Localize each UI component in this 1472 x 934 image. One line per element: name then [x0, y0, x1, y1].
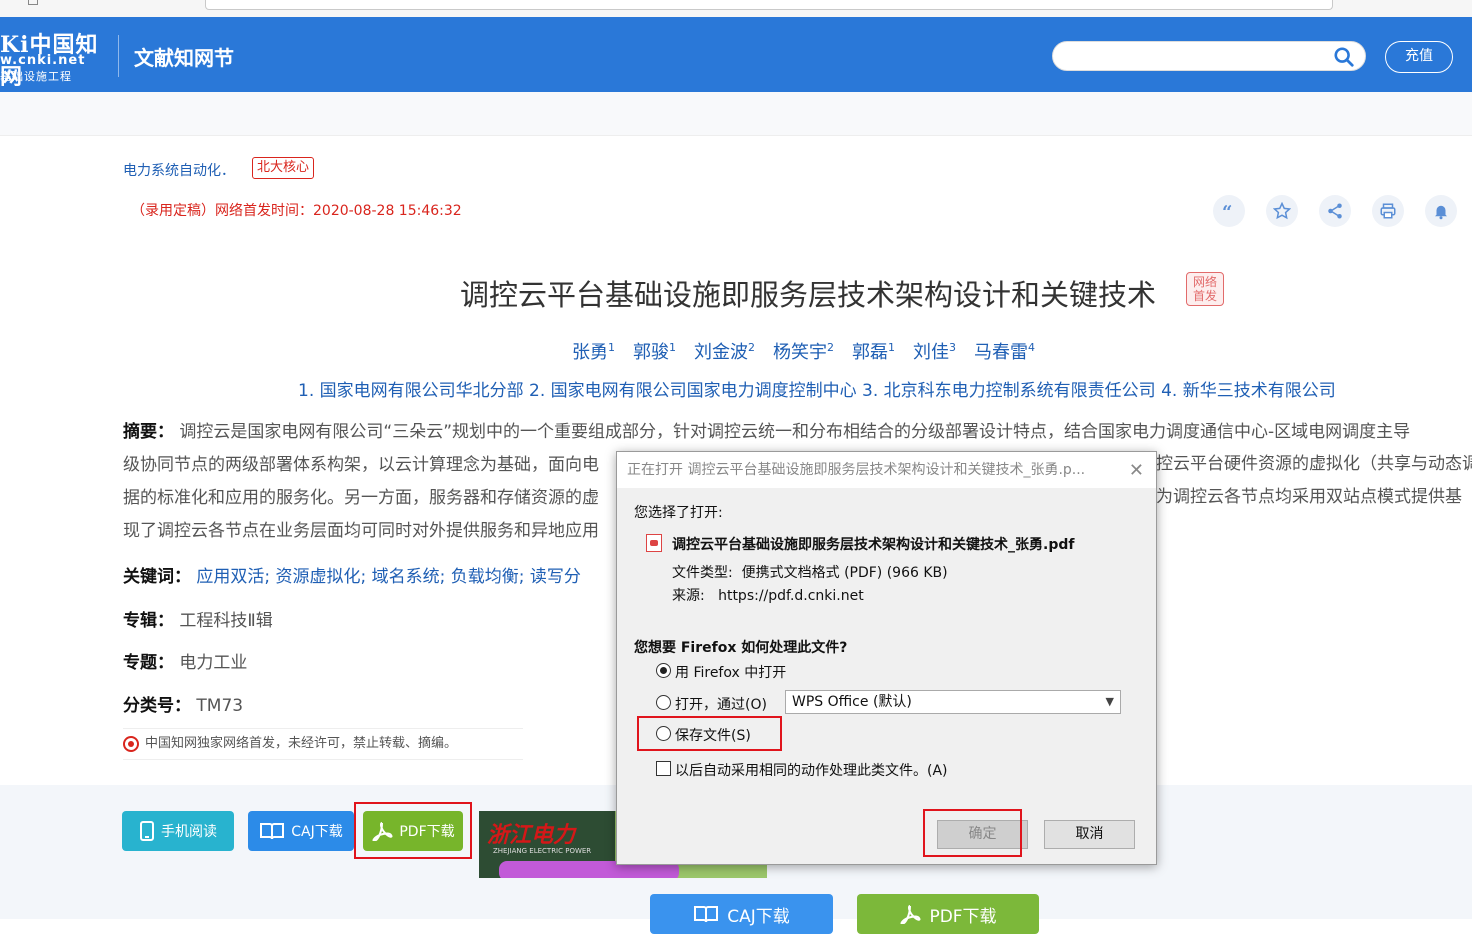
open-with-value: WPS Office (默认) [792, 694, 912, 710]
book-icon [260, 823, 285, 840]
target-icon [123, 736, 139, 752]
core-journal-badge: 北大核心 [252, 157, 315, 179]
author-list: 张勇1 郭骏1 刘金波2 杨笑宇2 郭磊1 刘佳3 马春雷4 [572, 338, 1035, 364]
handling-question: 您想要 Firefox 如何处理此文件? [634, 640, 848, 656]
class-value: TM73 [196, 696, 244, 716]
topic-label: 专题： [123, 653, 174, 673]
highlight-pdf-button [354, 802, 472, 859]
album-label: 专辑： [123, 611, 174, 631]
affiliations[interactable]: 1. 国家电网有限公司华北分部 2. 国家电网有限公司国家电力调度控制中心 3.… [298, 376, 1336, 401]
big-caj-label: CAJ下载 [727, 906, 790, 927]
journal-link[interactable]: 电力系统自动化． [123, 160, 235, 180]
mobile-read-label: 手机阅读 [161, 824, 217, 840]
big-pdf-label: PDF下载 [929, 906, 997, 927]
article-toolbar: “ [1213, 195, 1457, 227]
svg-text:“: “ [1222, 203, 1232, 219]
article-title: 调控云平台基础设施即服务层技术架构设计和关键技术 [460, 278, 1157, 312]
big-pdf-download-button[interactable]: PDF下载 [857, 894, 1039, 934]
ad-subtitle: ZHEJIANG ELECTRIC POWER [493, 847, 592, 855]
header-divider [118, 35, 119, 77]
open-with-select[interactable]: WPS Office (默认) ▼ [785, 690, 1121, 714]
site-header: Ki中国知网 w.cnki.net 基础设施工程 文献知网节 充值 [0, 17, 1472, 92]
address-bar[interactable] [205, 0, 1333, 10]
author-link[interactable]: 张勇1 [572, 338, 615, 364]
album-row: 专辑： 工程科技Ⅱ辑 [123, 606, 273, 631]
tab-icon [28, 0, 38, 5]
caj-download-label: CAJ下载 [291, 824, 343, 840]
author-link[interactable]: 郭骏1 [633, 338, 676, 364]
logo-url: w.cnki.net [0, 53, 86, 68]
source-label: 来源: [672, 588, 705, 604]
pdf-file-icon [646, 534, 662, 552]
topic-row: 专题： 电力工业 [123, 648, 247, 673]
open-firefox-label[interactable]: 用 Firefox 中打开 [675, 662, 786, 682]
badge-line-2: 首发 [1192, 289, 1217, 303]
source-value: https://pdf.d.cnki.net [718, 588, 864, 604]
search-input[interactable] [1052, 41, 1366, 71]
cnki-logo[interactable]: Ki中国知网 w.cnki.net 基础设施工程 [0, 25, 110, 90]
cite-icon[interactable]: “ [1213, 195, 1245, 227]
abstract-line: 现了调控云各节点在业务层面均可同时对外提供服务和异地应用 [123, 521, 599, 541]
copyright-notice: 中国知网独家网络首发，未经许可，禁止转载、摘编。 [123, 728, 523, 760]
author-link[interactable]: 马春雷4 [974, 338, 1035, 364]
abstract-line: 级协同节点的两级部署体系构架，以云计算理念为基础，面向电 [123, 455, 599, 475]
search-icon[interactable] [1333, 46, 1355, 68]
author-link[interactable]: 刘金波2 [694, 338, 755, 364]
cancel-button[interactable]: 取消 [1044, 820, 1135, 849]
file-type-value: 便携式文档格式 (PDF) (966 KB) [741, 565, 948, 581]
badge-line-1: 网络 [1192, 275, 1217, 289]
publish-time: （录用定稿）网络首发时间：2020-08-28 15:46:32 [131, 203, 462, 219]
source-row: 来源: https://pdf.d.cnki.net [672, 585, 864, 605]
close-icon[interactable]: ✕ [1129, 460, 1144, 481]
author-link[interactable]: 杨笑宇2 [773, 338, 834, 364]
chevron-down-icon: ▼ [1105, 695, 1114, 708]
dialog-title-text: 正在打开 调控云平台基础设施即服务层技术架构设计和关键技术_张勇.p... [627, 462, 1086, 478]
file-type-row: 文件类型: 便携式文档格式 (PDF) (966 KB) [672, 562, 948, 582]
browser-top-strip [0, 0, 1472, 18]
file-name: 调控云平台基础设施即服务层技术架构设计和关键技术_张勇.pdf [672, 537, 1075, 553]
auto-action-label[interactable]: 以后自动采用相同的动作处理此类文件。(A) [675, 760, 948, 780]
radio-open-with[interactable] [656, 695, 671, 710]
abstract-label: 摘要： [123, 422, 174, 442]
abstract-line: 调控云是国家电网有限公司“三朵云”规划中的一个重要组成部分，针对调控云统一和分布… [179, 422, 1411, 442]
album-value: 工程科技Ⅱ辑 [179, 611, 273, 631]
author-link[interactable]: 刘佳3 [913, 338, 956, 364]
radio-open-firefox[interactable] [656, 663, 671, 678]
sub-nav-bar [0, 92, 1472, 136]
file-open-dialog: 正在打开 调控云平台基础设施即服务层技术架构设计和关键技术_张勇.p... ✕ … [616, 451, 1157, 865]
highlight-save-file [637, 716, 782, 751]
print-icon[interactable] [1372, 195, 1404, 227]
open-with-label[interactable]: 打开，通过(O) [675, 694, 767, 714]
online-first-badge: 网络 首发 [1186, 272, 1224, 306]
ad-title: 浙江电力 [487, 822, 576, 848]
keywords-row: 关键词： 应用双活; 资源虚拟化; 域名系统; 负载均衡; 读写分 [123, 562, 581, 587]
author-link[interactable]: 郭磊1 [852, 338, 895, 364]
star-icon[interactable] [1266, 195, 1298, 227]
bell-icon[interactable] [1425, 195, 1457, 227]
auto-action-checkbox[interactable] [656, 761, 671, 776]
highlight-ok-button [923, 809, 1022, 857]
abstract-line: 据的标准化和应用的服务化。另一方面，服务器和存储资源的虚 [123, 488, 599, 508]
share-icon[interactable] [1319, 195, 1351, 227]
class-label: 分类号： [123, 696, 191, 716]
big-caj-download-button[interactable]: CAJ下载 [650, 894, 833, 934]
dialog-title: 正在打开 调控云平台基础设施即服务层技术架构设计和关键技术_张勇.p... [617, 452, 1156, 488]
abstract-right-fragment: 控云平台硬件资源的虚拟化（共享与动态调 [1156, 454, 1472, 474]
site-name[interactable]: 文献知网节 [134, 42, 234, 71]
class-row: 分类号： TM73 [123, 691, 243, 716]
notice-text: 中国知网独家网络首发，未经许可，禁止转载、摘编。 [145, 736, 458, 751]
pdf-icon [900, 905, 921, 924]
caj-download-button[interactable]: CAJ下载 [248, 811, 354, 851]
chose-open-label: 您选择了打开: [634, 505, 723, 521]
abstract-right-fragment: 为调控云各节点均采用双站点模式提供基 [1156, 487, 1462, 507]
recharge-button[interactable]: 充值 [1385, 41, 1453, 73]
keywords-label: 关键词： [123, 567, 191, 587]
keyword-links[interactable]: 应用双活; 资源虚拟化; 域名系统; 负载均衡; 读写分 [196, 567, 581, 587]
file-type-label: 文件类型: [672, 565, 733, 581]
mobile-read-button[interactable]: 手机阅读 [122, 811, 234, 851]
logo-sub: 基础设施工程 [0, 70, 72, 83]
topic-value: 电力工业 [179, 653, 248, 673]
book-icon [694, 906, 719, 923]
phone-icon [140, 821, 154, 841]
